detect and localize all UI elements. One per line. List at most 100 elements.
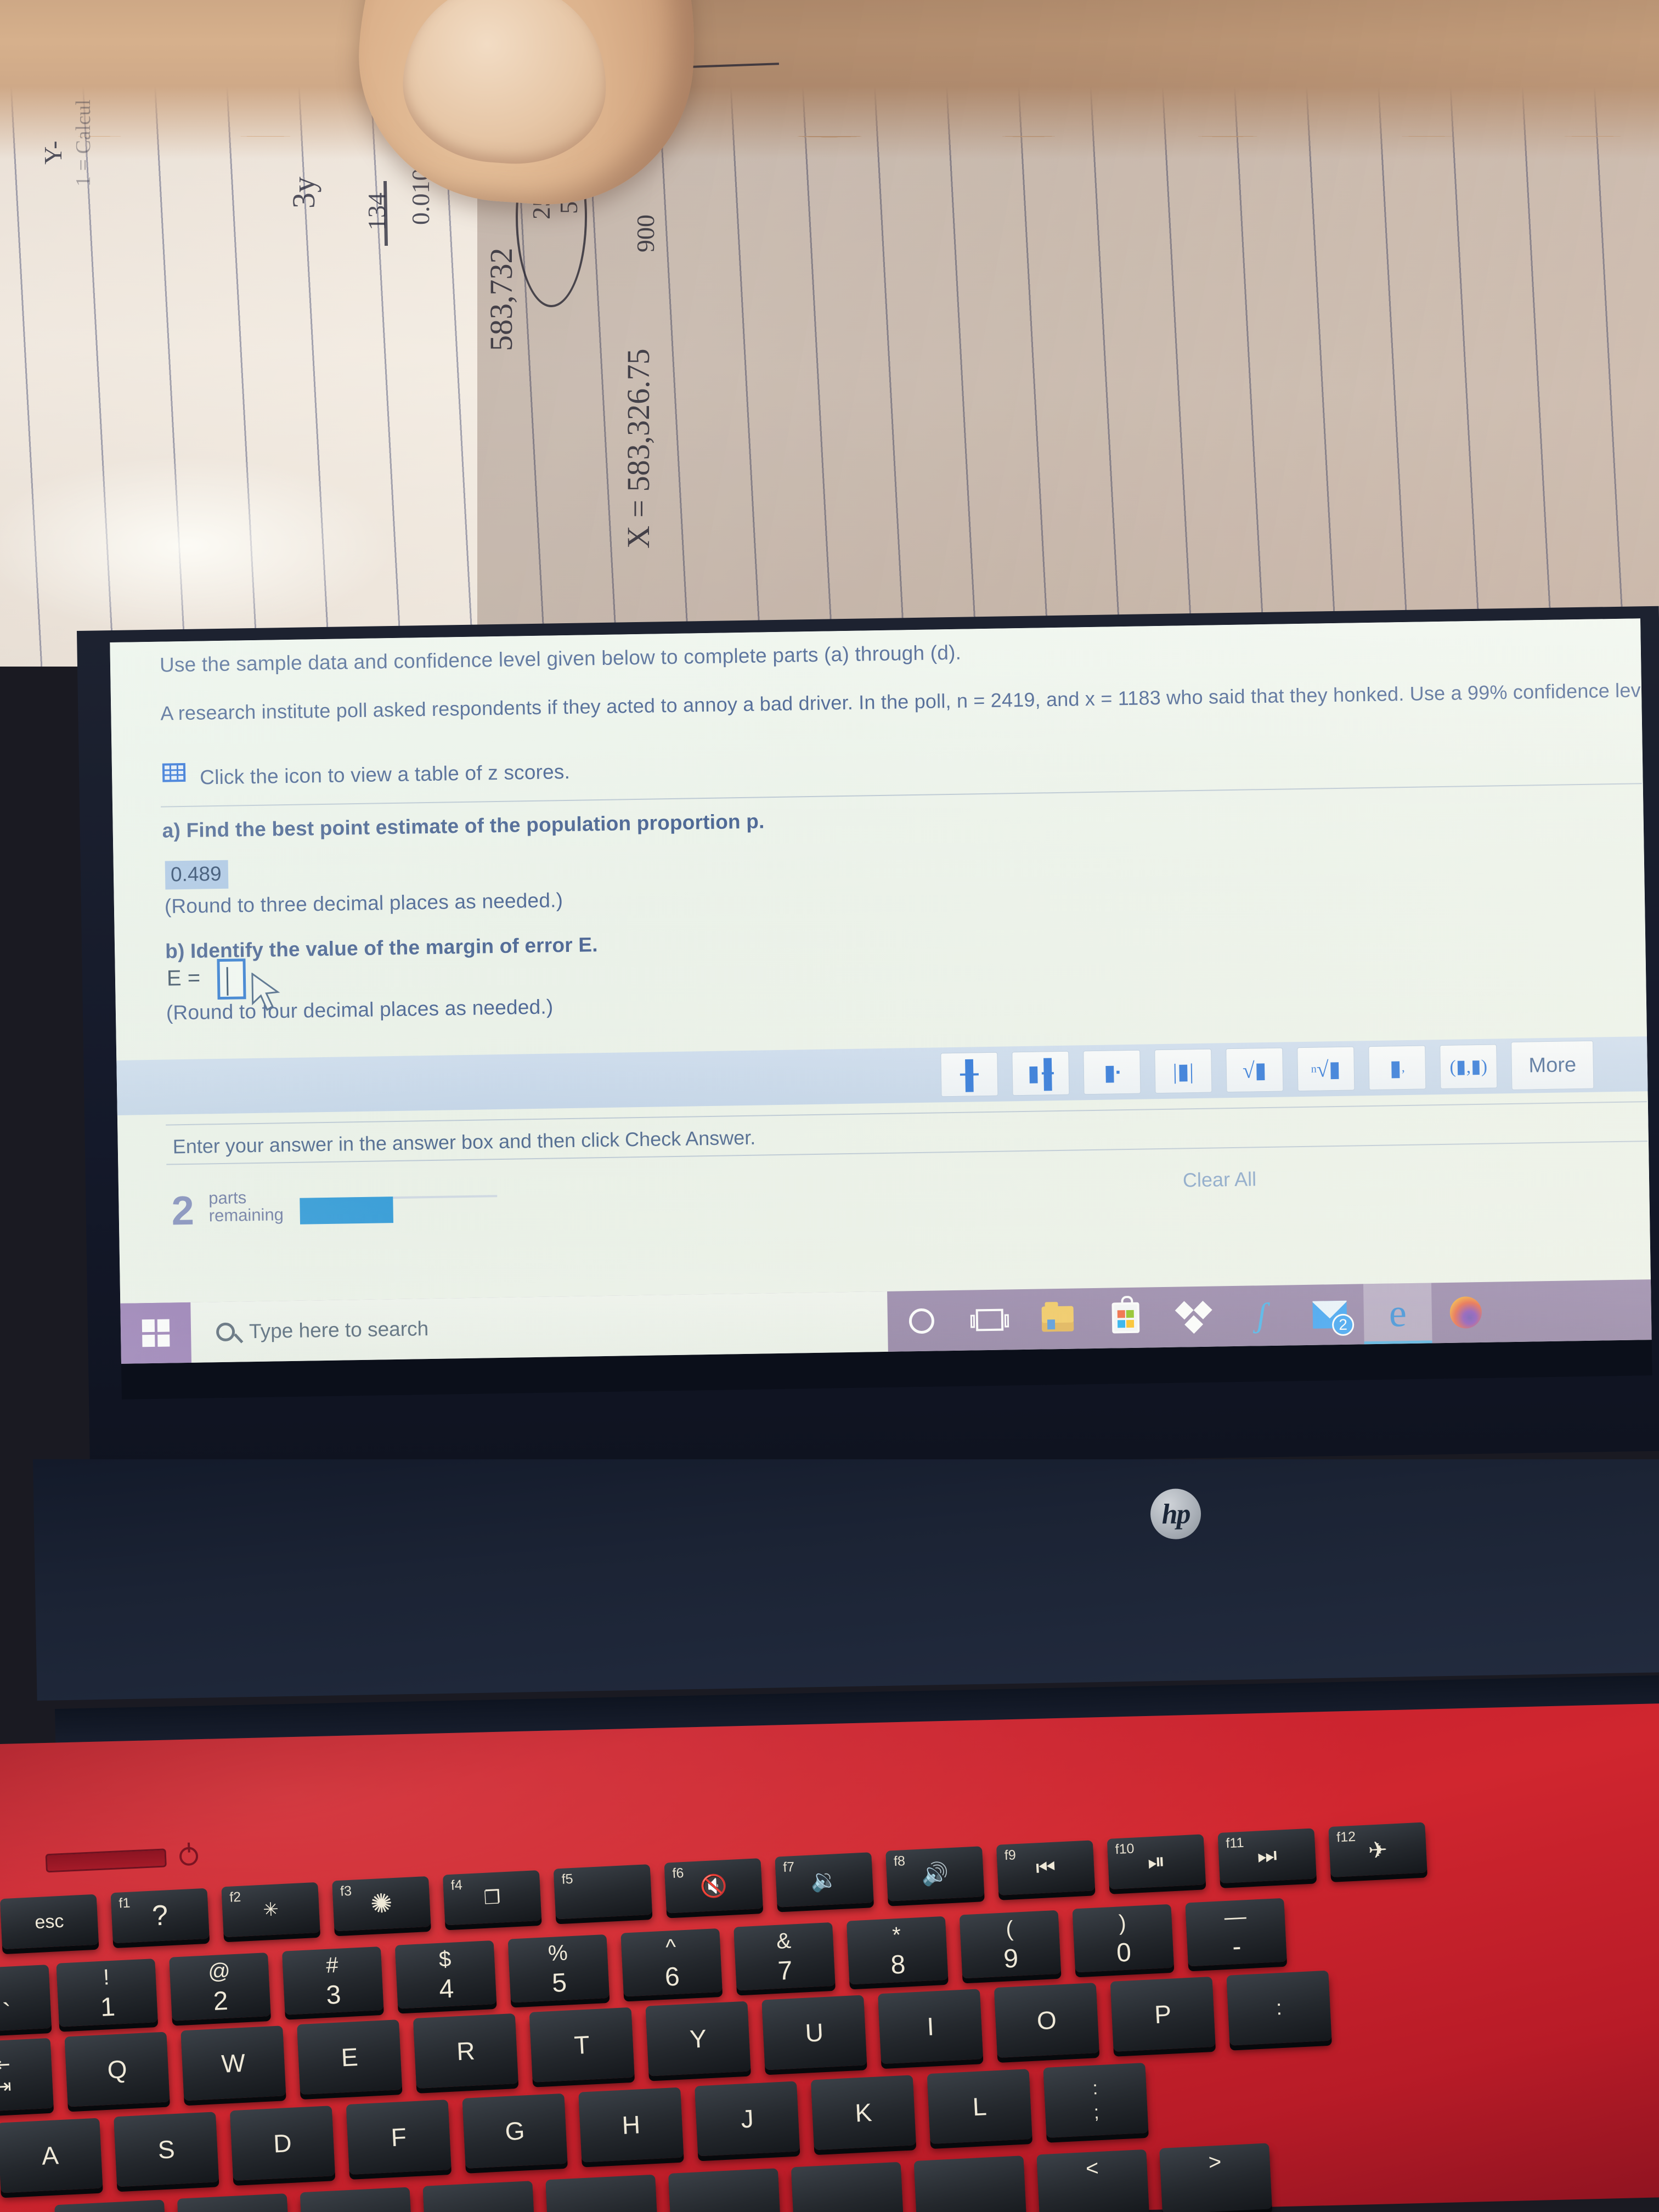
parts-remaining-label: parts remaining	[208, 1188, 284, 1225]
key-t[interactable]: T	[529, 2007, 635, 2083]
key-w[interactable]: W	[180, 2025, 286, 2101]
key-f2[interactable]: f2 ✳	[221, 1882, 320, 1938]
key-9[interactable]: (9	[959, 1910, 1062, 1979]
palette-nth-root-button[interactable]: n √▮	[1297, 1046, 1355, 1092]
key-7[interactable]: & 7	[733, 1922, 836, 1991]
key-n[interactable]	[668, 2168, 781, 2212]
edge-icon[interactable]: e	[1363, 1283, 1432, 1345]
search-placeholder: Type here to search	[249, 1317, 429, 1343]
z-score-table-link[interactable]: Click the icon to view a table of z scor…	[200, 760, 570, 789]
key-colon[interactable]: :;	[1043, 2062, 1149, 2138]
taskbar-search-box[interactable]: Type here to search	[190, 1291, 888, 1363]
key-f12[interactable]: f12 ✈	[1328, 1822, 1427, 1877]
key-label: K	[854, 2098, 873, 2128]
key-f10[interactable]: f10 ⏯	[1107, 1834, 1206, 1889]
key-f[interactable]: F	[346, 2100, 452, 2175]
palette-exponent-button[interactable]: ▮ ▪	[1083, 1049, 1141, 1095]
key-0[interactable]: ) 0	[1072, 1904, 1174, 1973]
key-b[interactable]	[545, 2174, 658, 2212]
windows-start-button[interactable]	[120, 1302, 191, 1364]
key-e[interactable]: E	[297, 2019, 403, 2095]
parts-label-line2: remaining	[208, 1204, 284, 1225]
key-fn-number: f5	[561, 1871, 574, 1887]
key-f6[interactable]: f6 🔇	[664, 1858, 763, 1914]
firefox-icon[interactable]	[1431, 1282, 1500, 1343]
key-y[interactable]: Y	[645, 2001, 751, 2076]
key-p[interactable]: P	[1110, 1976, 1216, 2052]
key-g[interactable]: G	[462, 2093, 568, 2169]
key-backtick[interactable]: `	[0, 1965, 52, 2033]
part-a-answer-field[interactable]: 0.489	[165, 860, 229, 890]
palette-subscript-button[interactable]: ▮,	[1368, 1045, 1426, 1091]
key-u[interactable]: U	[761, 1995, 867, 2070]
key-less-than[interactable]: <	[1036, 2149, 1150, 2212]
key-f4[interactable]: f4 ❐	[442, 1870, 542, 1926]
browser-page: Use the sample data and confidence level…	[110, 618, 1652, 1317]
key-f9[interactable]: f9 ⏮	[996, 1840, 1096, 1895]
key-4[interactable]: $4	[394, 1940, 497, 2009]
key-minus[interactable]: — -	[1185, 1898, 1287, 1967]
key-h[interactable]: H	[578, 2087, 684, 2163]
key-label: 3	[325, 1980, 342, 2010]
key-f3[interactable]: f3 ✺	[332, 1876, 431, 1932]
key-shift-label: <	[1085, 2156, 1099, 2181]
taskbar-icon-group: ʃ 2 e	[887, 1282, 1500, 1352]
key-6[interactable]: ^ 6	[620, 1928, 723, 1997]
dropbox-icon[interactable]	[1159, 1286, 1228, 1347]
key-5[interactable]: % 5	[507, 1934, 610, 2003]
key-f1[interactable]: f1?	[110, 1888, 210, 1944]
key-f7[interactable]: f7 🔉	[775, 1852, 874, 1908]
key-comma[interactable]	[913, 2155, 1027, 2212]
key-a[interactable]: A	[0, 2118, 103, 2193]
key-3[interactable]: #3	[281, 1946, 384, 2015]
key-q[interactable]: Q	[64, 2032, 170, 2107]
part-b-equation-label: E =	[166, 966, 201, 991]
key-greater-than[interactable]: >	[1159, 2143, 1272, 2212]
key-fn-number: f6	[672, 1865, 685, 1881]
key-esc[interactable]: esc	[0, 1894, 99, 1950]
key-fn-number: f2	[229, 1889, 241, 1905]
key-f8[interactable]: f8 🔊	[885, 1846, 985, 1901]
part-b-answer-input[interactable]	[217, 958, 246, 1000]
key-tab[interactable]: ⇤ ⇥	[0, 2038, 54, 2113]
key-1[interactable]: ! 1	[56, 1959, 158, 2027]
key-fn-number: f7	[782, 1859, 795, 1876]
next-track-icon: ⏭	[1256, 1843, 1278, 1869]
key-f11[interactable]: f11 ⏭	[1217, 1828, 1317, 1883]
key-label: A	[41, 2141, 59, 2170]
palette-square-root-button[interactable]: √▮	[1226, 1047, 1284, 1093]
microsoft-store-icon[interactable]	[1091, 1287, 1160, 1348]
key-label: I	[926, 2012, 935, 2041]
key-i[interactable]: I	[878, 1989, 984, 2064]
key-d[interactable]: D	[229, 2106, 335, 2181]
palette-fraction-button[interactable]: ▮ ▮	[940, 1052, 998, 1097]
key-s[interactable]: S	[114, 2112, 219, 2187]
key-2[interactable]: @2	[169, 1953, 271, 2021]
clear-all-button[interactable]: Clear All	[1183, 1167, 1257, 1192]
key-shift-label: @	[207, 1959, 231, 1984]
palette-more-button[interactable]: More	[1511, 1040, 1594, 1091]
file-explorer-icon[interactable]	[1023, 1288, 1092, 1350]
key-f5[interactable]: f5	[553, 1864, 653, 1920]
palette-mixed-number-button[interactable]: ▮ ▮ ▮	[1012, 1051, 1070, 1096]
key-k[interactable]: K	[810, 2075, 916, 2151]
key-label: 8	[890, 1950, 906, 1980]
key-v[interactable]	[422, 2181, 536, 2212]
mail-icon[interactable]: 2	[1295, 1284, 1364, 1345]
key-8[interactable]: * 8	[846, 1916, 949, 1985]
task-view-icon[interactable]	[955, 1289, 1024, 1351]
cortana-icon[interactable]	[887, 1290, 956, 1352]
palette-interval-button[interactable]: (▮,▮)	[1440, 1044, 1498, 1090]
palette-absolute-value-button[interactable]: |▮|	[1154, 1048, 1212, 1094]
key-shift-label: —	[1223, 1904, 1247, 1930]
key-j[interactable]: J	[695, 2081, 800, 2157]
display-switch-icon: ❐	[483, 1887, 501, 1909]
key-semicolon[interactable]: :	[1226, 1970, 1332, 2046]
key-l[interactable]: L	[927, 2069, 1032, 2145]
key-m[interactable]	[791, 2162, 904, 2212]
key-o[interactable]: O	[994, 1983, 1099, 2058]
key-r[interactable]: R	[413, 2013, 518, 2089]
key-label: Y	[689, 2024, 708, 2053]
skype-icon[interactable]: ʃ	[1227, 1285, 1296, 1346]
grid-table-icon[interactable]	[162, 763, 186, 782]
